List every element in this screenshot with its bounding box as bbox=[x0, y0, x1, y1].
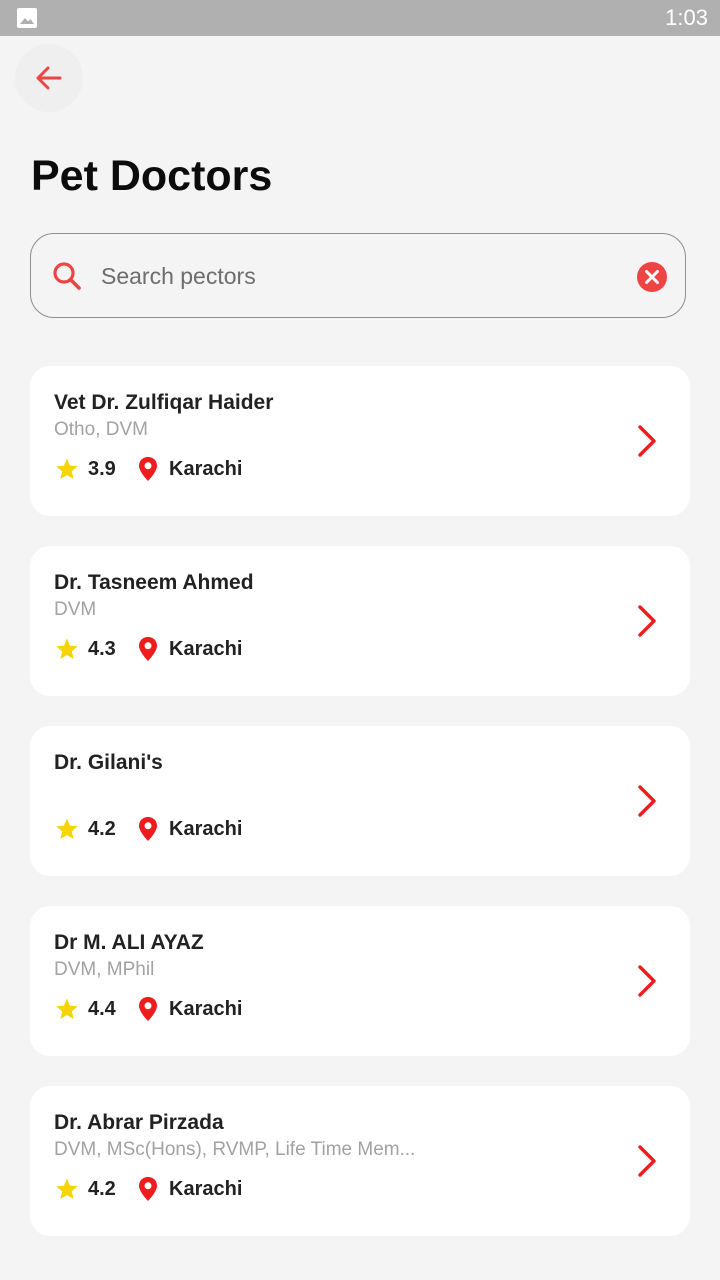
doctor-city: Karachi bbox=[169, 1178, 243, 1200]
chevron-right-icon[interactable] bbox=[634, 604, 660, 638]
star-icon bbox=[56, 1178, 78, 1199]
doctor-qualification: DVM bbox=[54, 599, 97, 620]
doctor-name: Dr M. ALI AYAZ bbox=[54, 931, 204, 954]
search-input[interactable] bbox=[101, 252, 621, 300]
doctor-rating: 3.9 bbox=[88, 458, 116, 480]
doctor-name: Dr. Abrar Pirzada bbox=[54, 1111, 224, 1134]
doctor-city: Karachi bbox=[169, 458, 243, 480]
doctor-card[interactable]: Dr. Abrar Pirzada DVM, MSc(Hons), RVMP, … bbox=[30, 1086, 690, 1236]
search-icon bbox=[53, 262, 81, 290]
chevron-right-icon[interactable] bbox=[634, 1144, 660, 1178]
doctor-card[interactable]: Dr M. ALI AYAZ DVM, MPhil 4.4 Karachi bbox=[30, 906, 690, 1056]
doctor-qualification: DVM, MPhil bbox=[54, 959, 155, 980]
doctor-city: Karachi bbox=[169, 818, 243, 840]
image-icon bbox=[17, 8, 37, 28]
doctor-rating: 4.4 bbox=[88, 998, 116, 1020]
doctor-city: Karachi bbox=[169, 998, 243, 1020]
doctor-rating: 4.2 bbox=[88, 1178, 116, 1200]
doctor-rating: 4.2 bbox=[88, 818, 116, 840]
doctor-city: Karachi bbox=[169, 638, 243, 660]
star-icon bbox=[56, 638, 78, 659]
location-pin-icon bbox=[139, 997, 157, 1021]
doctor-card[interactable]: Vet Dr. Zulfiqar Haider Otho, DVM 3.9 Ka… bbox=[30, 366, 690, 516]
status-time: 1:03 bbox=[665, 5, 708, 30]
doctor-card[interactable]: Dr. Tasneem Ahmed DVM 4.3 Karachi bbox=[30, 546, 690, 696]
doctor-rating: 4.3 bbox=[88, 638, 116, 660]
page-title: Pet Doctors bbox=[31, 152, 273, 200]
doctor-name: Vet Dr. Zulfiqar Haider bbox=[54, 391, 274, 414]
back-button[interactable] bbox=[15, 44, 83, 112]
arrow-left-icon bbox=[36, 66, 62, 90]
chevron-right-icon[interactable] bbox=[634, 424, 660, 458]
location-pin-icon bbox=[139, 457, 157, 481]
search-bar[interactable] bbox=[30, 233, 686, 318]
star-icon bbox=[56, 818, 78, 839]
status-bar: 1:03 bbox=[0, 0, 720, 36]
location-pin-icon bbox=[139, 817, 157, 841]
doctor-card[interactable]: Dr. Gilani's 4.2 Karachi bbox=[30, 726, 690, 876]
doctor-qualification: Otho, DVM bbox=[54, 419, 148, 440]
location-pin-icon bbox=[139, 637, 157, 661]
doctor-name: Dr. Tasneem Ahmed bbox=[54, 571, 254, 594]
star-icon bbox=[56, 458, 78, 479]
doctor-qualification: DVM, MSc(Hons), RVMP, Life Time Mem... bbox=[54, 1139, 416, 1160]
location-pin-icon bbox=[139, 1177, 157, 1201]
clear-circle-icon[interactable] bbox=[637, 262, 667, 292]
star-icon bbox=[56, 998, 78, 1019]
chevron-right-icon[interactable] bbox=[634, 784, 660, 818]
chevron-right-icon[interactable] bbox=[634, 964, 660, 998]
doctor-name: Dr. Gilani's bbox=[54, 751, 163, 774]
